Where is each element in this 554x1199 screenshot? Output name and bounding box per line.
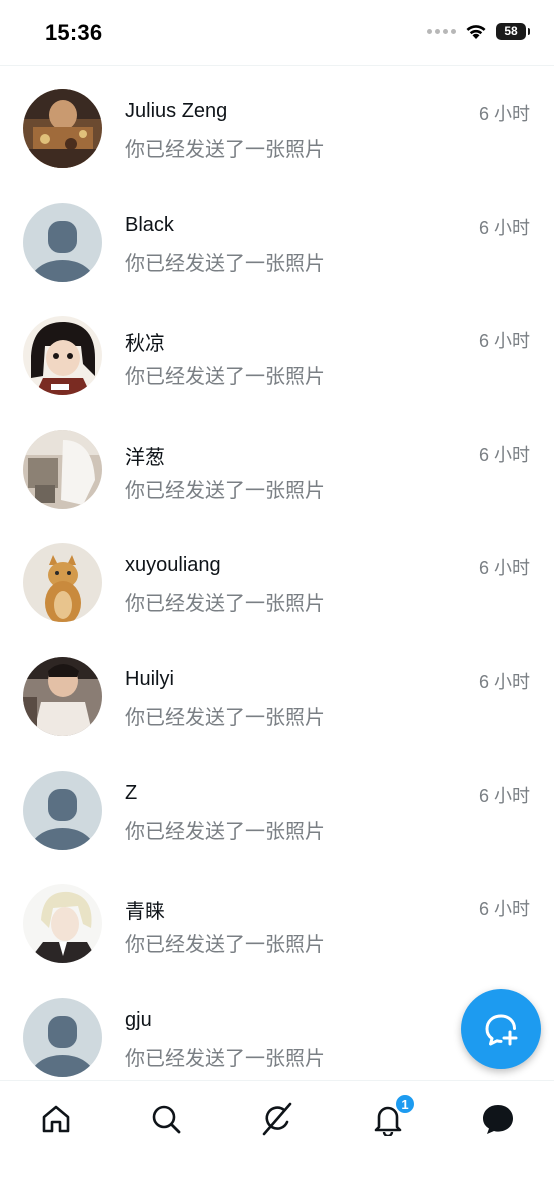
avatar[interactable] (23, 89, 102, 168)
default-avatar-icon[interactable] (23, 770, 102, 850)
conversation-row[interactable]: Black 6 小时 你已经发送了一张照片 (0, 181, 554, 295)
avatar[interactable] (23, 429, 102, 509)
messages-tab[interactable] (478, 1099, 518, 1139)
conversation-time: 6 小时 (478, 444, 530, 465)
conversation-name: 洋葱 (125, 446, 165, 469)
home-icon (42, 1105, 70, 1133)
conversation-name: 青睐 (125, 901, 165, 924)
conversation-time: 6 小时 (478, 785, 530, 806)
conversation-time: 6 小时 (478, 558, 530, 579)
message-preview: 你已经发送了一张照片 (125, 820, 325, 843)
avatar[interactable] (23, 884, 102, 964)
default-avatar-icon[interactable] (23, 202, 102, 282)
conversation-name: Black (125, 213, 174, 236)
conversation-name: 秋凉 (125, 333, 165, 356)
conversation-time: 6 小时 (478, 671, 530, 692)
search-icon (152, 1105, 181, 1134)
conversation-time: 6 小时 (478, 331, 530, 352)
home-tab[interactable] (36, 1099, 76, 1139)
conversation-row[interactable]: 青睐 6 小时 你已经发送了一张照片 (0, 862, 554, 976)
message-preview: 你已经发送了一张照片 (125, 366, 325, 389)
message-preview: 你已经发送了一张照片 (125, 1047, 325, 1070)
conversation-row[interactable]: Huilyi 6 小时 你已经发送了一张照片 (0, 635, 554, 749)
grok-icon (262, 1102, 292, 1136)
message-preview: 你已经发送了一张照片 (125, 139, 325, 161)
notification-badge: 1 (394, 1093, 416, 1115)
message-preview: 你已经发送了一张照片 (125, 934, 325, 957)
wifi-icon (466, 25, 486, 39)
status-time: 15:36 (45, 20, 103, 45)
message-preview: 你已经发送了一张照片 (125, 706, 325, 729)
cellular-signal-icon (427, 28, 456, 34)
search-tab[interactable] (146, 1099, 186, 1139)
default-avatar-icon[interactable] (23, 997, 102, 1077)
new-message-button[interactable] (461, 989, 541, 1069)
avatar[interactable] (23, 316, 102, 396)
conversation-name: gju (125, 1008, 152, 1031)
grok-tab[interactable] (257, 1099, 297, 1139)
conversation-row[interactable]: 洋葱 6 小时 你已经发送了一张照片 (0, 408, 554, 522)
bottom-tab-bar: 1 (0, 1080, 554, 1199)
conversation-name: xuyouliang (125, 554, 221, 577)
status-bar: 15:36 58 (0, 0, 554, 66)
message-preview: 你已经发送了一张照片 (125, 593, 325, 616)
new-message-icon (485, 1014, 518, 1046)
conversation-row[interactable]: 秋凉 6 小时 你已经发送了一张照片 (0, 294, 554, 408)
conversation-row[interactable]: Z 6 小时 你已经发送了一张照片 (0, 749, 554, 863)
conversation-name: Huilyi (125, 667, 174, 690)
message-preview: 你已经发送了一张照片 (125, 479, 325, 502)
message-list: Julius Zeng 6 小时 你已经发送了一张照片 Black 6 小时 你… (0, 67, 554, 1089)
status-indicators: 58 (427, 22, 530, 40)
messages-icon (483, 1105, 513, 1134)
conversation-row[interactable]: Julius Zeng 6 小时 你已经发送了一张照片 (0, 67, 554, 181)
avatar[interactable] (23, 656, 102, 736)
conversation-time: 6 小时 (478, 104, 530, 124)
conversation-name: Julius Zeng (125, 100, 228, 122)
message-preview: 你已经发送了一张照片 (125, 252, 325, 275)
battery-indicator: 58 (496, 22, 530, 40)
conversation-name: Z (125, 781, 138, 804)
conversation-time: 6 小时 (478, 899, 530, 920)
avatar[interactable] (23, 543, 102, 623)
conversation-time: 6 小时 (478, 217, 530, 238)
conversation-row[interactable]: xuyouliang 6 小时 你已经发送了一张照片 (0, 521, 554, 635)
